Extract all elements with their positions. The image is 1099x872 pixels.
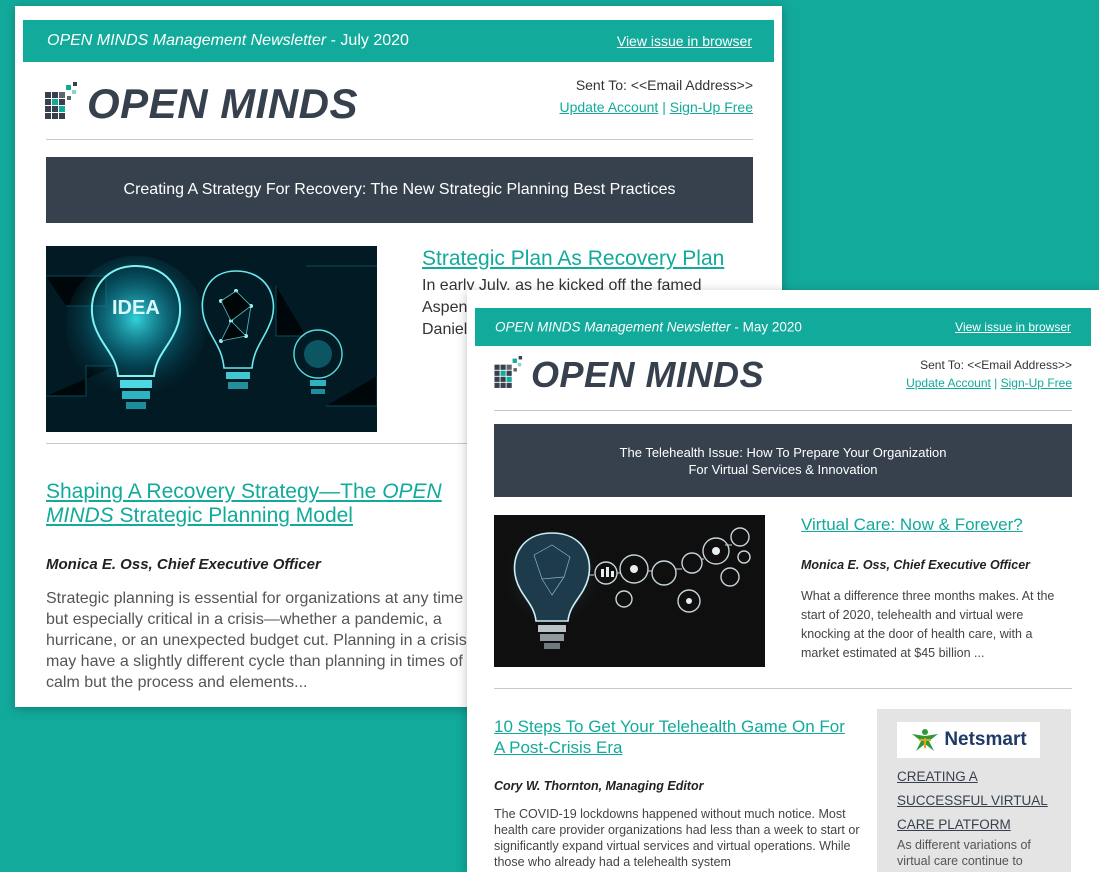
sponsor-excerpt: As different variations of virtual care …	[897, 838, 1031, 868]
article-strategic-plan-link[interactable]: Strategic Plan As Recovery Plan	[422, 247, 724, 271]
sponsor-box: Netsmart CREATING A SUCCESSFUL VIRTUAL C…	[877, 709, 1071, 872]
sign-up-link[interactable]: Sign-Up Free	[1001, 376, 1072, 390]
banner-line-1: The Telehealth Issue: How To Prepare You…	[619, 444, 947, 460]
view-in-browser-link[interactable]: View issue in browser	[955, 320, 1071, 334]
newsletter-may-2020: OPEN MINDS Management Newsletter - May 2…	[467, 290, 1099, 872]
article-recovery-strategy-link[interactable]: Shaping A Recovery Strategy—The OPEN MIN…	[46, 480, 486, 528]
newsletter-issue: - July 2020	[326, 32, 409, 49]
open-minds-logo: OPEN MINDS	[45, 80, 358, 128]
link-separator: |	[990, 376, 1001, 390]
recipient-info: Sent To: <<Email Address>> Update Accoun…	[559, 74, 753, 118]
issue-banner: The Telehealth Issue: How To Prepare You…	[494, 424, 1072, 497]
open-minds-logo: OPEN MINDS	[494, 354, 764, 396]
lightbulb-gears-image[interactable]	[494, 515, 765, 667]
logo-wordmark: OPEN MINDS	[87, 80, 359, 127]
article-virtual-care-link[interactable]: Virtual Care: Now & Forever?	[801, 515, 1023, 535]
link-separator: |	[658, 99, 670, 115]
banner-line-2: For Virtual Services & Innovation	[688, 461, 878, 477]
newsletter-brand-name: OPEN MINDS Management Newsletter	[47, 32, 327, 49]
update-account-link[interactable]: Update Account	[906, 376, 991, 390]
lightbulb-idea-image[interactable]: IDEA	[46, 246, 377, 432]
netsmart-star-icon	[912, 729, 939, 751]
sponsor-article-link[interactable]: CREATING A SUCCESSFUL VIRTUAL CARE PLATF…	[897, 765, 1062, 837]
netsmart-logo[interactable]: Netsmart	[897, 722, 1040, 758]
idea-image-text: IDEA	[112, 297, 160, 319]
divider	[494, 688, 1072, 689]
newsletter-brand-name: OPEN MINDS Management Newsletter	[495, 319, 731, 335]
article-title-part2: Strategic Planning Model	[113, 504, 353, 527]
article-excerpt: Strategic planning is essential for orga…	[46, 590, 467, 691]
sign-up-link[interactable]: Sign-Up Free	[670, 99, 753, 115]
logo-mark-icon	[494, 356, 526, 394]
article-excerpt: What a difference three months makes. At…	[801, 589, 1055, 660]
issue-banner: Creating A Strategy For Recovery: The Ne…	[46, 157, 753, 223]
newsletter-title: OPEN MINDS Management Newsletter - July …	[47, 32, 409, 50]
divider	[494, 410, 1072, 411]
newsletter-header-bar: OPEN MINDS Management Newsletter - July …	[23, 20, 774, 62]
article-title-part1: Shaping A Recovery Strategy—The	[46, 480, 383, 503]
logo-wordmark: OPEN MINDS	[531, 354, 765, 395]
recipient-info: Sent To: <<Email Address>> Update Accoun…	[906, 356, 1072, 392]
article-author: Monica E. Oss, Chief Executive Officer	[801, 558, 1031, 572]
update-account-link[interactable]: Update Account	[559, 99, 658, 115]
view-in-browser-link[interactable]: View issue in browser	[617, 33, 752, 49]
article-author: Monica E. Oss, Chief Executive Officer	[46, 556, 321, 573]
sent-to-text: Sent To: <<Email Address>>	[575, 77, 753, 93]
article-author: Cory W. Thornton, Managing Editor	[494, 779, 704, 793]
logo-mark-icon	[45, 82, 81, 126]
netsmart-wordmark: Netsmart	[944, 729, 1027, 750]
article-excerpt: The COVID-19 lockdowns happened without …	[494, 807, 860, 869]
article-telehealth-steps-link[interactable]: 10 Steps To Get Your Telehealth Game On …	[494, 716, 854, 758]
sent-to-text: Sent To: <<Email Address>>	[920, 358, 1072, 372]
newsletter-title: OPEN MINDS Management Newsletter - May 2…	[495, 320, 802, 335]
newsletter-header-bar: OPEN MINDS Management Newsletter - May 2…	[475, 308, 1091, 346]
newsletter-issue: - May 2020	[730, 319, 802, 335]
divider	[46, 139, 753, 140]
